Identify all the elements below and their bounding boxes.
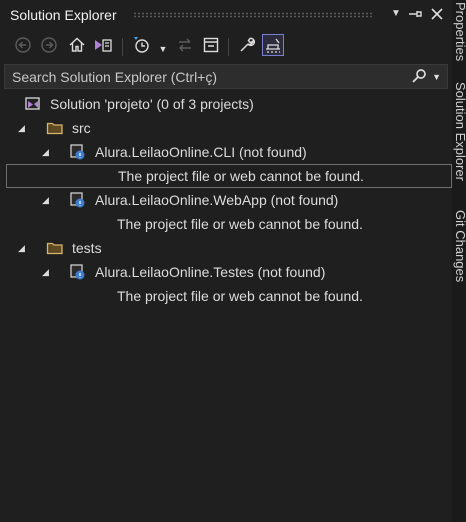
home-icon[interactable] (66, 34, 88, 56)
window-position-dropdown-icon[interactable]: ▼ (388, 6, 404, 22)
expanded-arrow-icon[interactable]: ◢ (18, 236, 25, 260)
search-icon[interactable] (411, 68, 427, 87)
project-node[interactable]: ◢ Alura.LeilaoOnline.WebApp (not found) (0, 188, 452, 212)
project-node[interactable]: ◢ Alura.LeilaoOnline.Testes (not found) (0, 260, 452, 284)
expanded-arrow-icon[interactable]: ◢ (42, 260, 49, 284)
tab-git-changes[interactable]: Git Changes (453, 210, 466, 282)
project-message-row[interactable]: The project file or web cannot be found. (6, 164, 452, 188)
folder-node[interactable]: ◢ tests (0, 236, 452, 260)
project-not-found-icon (68, 191, 86, 209)
solution-explorer-panel: Solution Explorer ▼ ▼ Search Solution Ex… (0, 0, 452, 522)
close-icon[interactable] (429, 6, 445, 22)
expanded-arrow-icon[interactable]: ◢ (42, 140, 49, 164)
project-message-row[interactable]: The project file or web cannot be found. (0, 212, 452, 236)
project-message: The project file or web cannot be found. (118, 168, 364, 184)
toolbar-separator (122, 38, 123, 56)
collapse-all-icon[interactable] (200, 34, 222, 56)
properties-wrench-icon[interactable] (236, 34, 258, 56)
pin-icon[interactable] (408, 6, 424, 22)
switch-views-icon[interactable] (92, 34, 114, 56)
solution-node[interactable]: Solution 'projeto' (0 of 3 projects) (0, 92, 452, 116)
title-bar: Solution Explorer ▼ (0, 0, 452, 30)
expanded-arrow-icon[interactable]: ◢ (18, 116, 25, 140)
tab-solution-explorer[interactable]: Solution Explorer (453, 82, 466, 181)
folder-label: src (72, 120, 91, 136)
folder-label: tests (72, 240, 102, 256)
toolbar-separator (228, 38, 229, 56)
search-options-dropdown-icon[interactable]: ▼ (432, 68, 441, 86)
folder-node[interactable]: ◢ src (0, 116, 452, 140)
sync-with-document-icon[interactable] (174, 34, 196, 56)
solution-label: Solution 'projeto' (0 of 3 projects) (50, 96, 254, 112)
preview-selected-items-icon[interactable] (262, 34, 284, 56)
project-label: Alura.LeilaoOnline.Testes (not found) (95, 264, 326, 280)
project-message: The project file or web cannot be found. (117, 288, 363, 304)
side-tab-strip: Properties Solution Explorer Git Changes (452, 0, 466, 522)
pending-changes-filter-icon[interactable] (130, 34, 152, 56)
forward-icon[interactable] (38, 34, 60, 56)
toolbar: ▼ (0, 30, 452, 62)
project-message: The project file or web cannot be found. (117, 216, 363, 232)
folder-icon (46, 119, 64, 137)
folder-icon (46, 239, 64, 257)
project-not-found-icon (68, 263, 86, 281)
project-label: Alura.LeilaoOnline.CLI (not found) (95, 144, 307, 160)
panel-title: Solution Explorer (10, 7, 117, 23)
expanded-arrow-icon[interactable]: ◢ (42, 188, 49, 212)
search-input[interactable]: Search Solution Explorer (Ctrl+ç) (12, 69, 217, 85)
project-message-row[interactable]: The project file or web cannot be found. (0, 284, 452, 308)
drag-grip[interactable] (133, 12, 373, 18)
project-label: Alura.LeilaoOnline.WebApp (not found) (95, 192, 339, 208)
filter-dropdown-icon[interactable]: ▼ (155, 41, 171, 57)
search-box[interactable]: Search Solution Explorer (Ctrl+ç) ▼ (4, 64, 448, 89)
tab-properties[interactable]: Properties (453, 2, 466, 61)
back-icon[interactable] (12, 34, 34, 56)
solution-icon (24, 95, 42, 113)
project-node[interactable]: ◢ Alura.LeilaoOnline.CLI (not found) (0, 140, 452, 164)
project-not-found-icon (68, 143, 86, 161)
